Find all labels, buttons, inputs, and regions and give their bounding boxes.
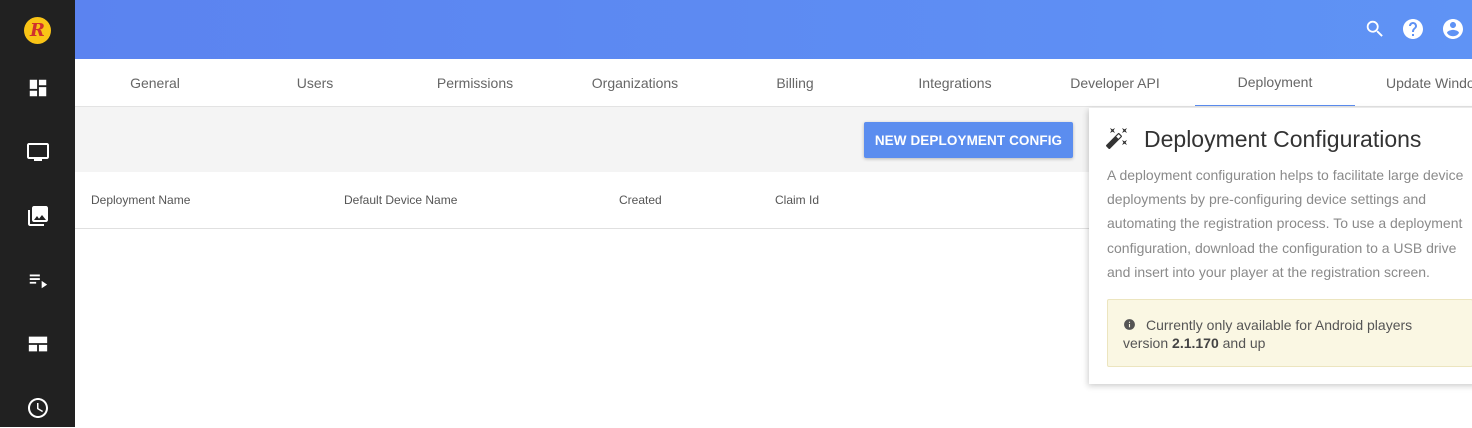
tab-deployment[interactable]: Deployment <box>1195 59 1355 106</box>
media-library-icon <box>27 206 48 226</box>
android-version-notice: Currently only available for Android pla… <box>1107 299 1472 367</box>
tab-update-windows[interactable]: Update Windo <box>1355 59 1472 106</box>
monitor-icon <box>26 143 49 161</box>
account-icon <box>1443 19 1463 39</box>
deployment-info-panel: Deployment Configurations A deployment c… <box>1089 108 1472 384</box>
playlist-icon <box>29 274 47 289</box>
sidebar: R <box>0 0 75 427</box>
settings-tabs: General Users Permissions Organizations … <box>75 59 1472 107</box>
column-default-device-name[interactable]: Default Device Name <box>344 193 457 207</box>
column-created[interactable]: Created <box>619 193 662 207</box>
panel-title: Deployment Configurations <box>1144 126 1422 152</box>
app-logo[interactable]: R <box>24 17 51 44</box>
notice-suffix: and up <box>1218 335 1266 351</box>
info-icon <box>1124 319 1135 330</box>
sidebar-item-playlists[interactable] <box>0 260 75 300</box>
tab-general[interactable]: General <box>75 59 235 106</box>
tab-users[interactable]: Users <box>235 59 395 106</box>
search-button[interactable] <box>1362 16 1388 42</box>
help-icon <box>1403 19 1423 39</box>
tab-integrations[interactable]: Integrations <box>875 59 1035 106</box>
clock-icon <box>27 398 48 418</box>
sidebar-item-displays[interactable] <box>0 132 75 172</box>
dashboard-icon <box>29 79 46 97</box>
help-button[interactable] <box>1400 16 1426 42</box>
notice-version: 2.1.170 <box>1172 335 1219 351</box>
column-claim-id[interactable]: Claim Id <box>775 193 819 207</box>
notice-text: Currently only available for Android pla… <box>1123 317 1413 351</box>
panel-description: A deployment configuration helps to faci… <box>1107 167 1464 280</box>
sidebar-item-media[interactable] <box>0 196 75 236</box>
sidebar-item-schedules[interactable] <box>0 388 75 428</box>
tab-developer-api[interactable]: Developer API <box>1035 59 1195 106</box>
account-button[interactable] <box>1440 16 1466 42</box>
sidebar-item-dashboard[interactable] <box>0 68 75 108</box>
layout-icon <box>28 336 47 352</box>
new-deployment-config-button[interactable]: NEW DEPLOYMENT CONFIG <box>864 122 1073 158</box>
tab-organizations[interactable]: Organizations <box>555 59 715 106</box>
tab-permissions[interactable]: Permissions <box>395 59 555 106</box>
column-deployment-name[interactable]: Deployment Name <box>91 193 190 207</box>
magic-wand-icon <box>1105 128 1127 150</box>
search-icon <box>1366 20 1383 37</box>
tab-billing[interactable]: Billing <box>715 59 875 106</box>
sidebar-item-layouts[interactable] <box>0 324 75 364</box>
top-app-bar <box>75 0 1472 59</box>
